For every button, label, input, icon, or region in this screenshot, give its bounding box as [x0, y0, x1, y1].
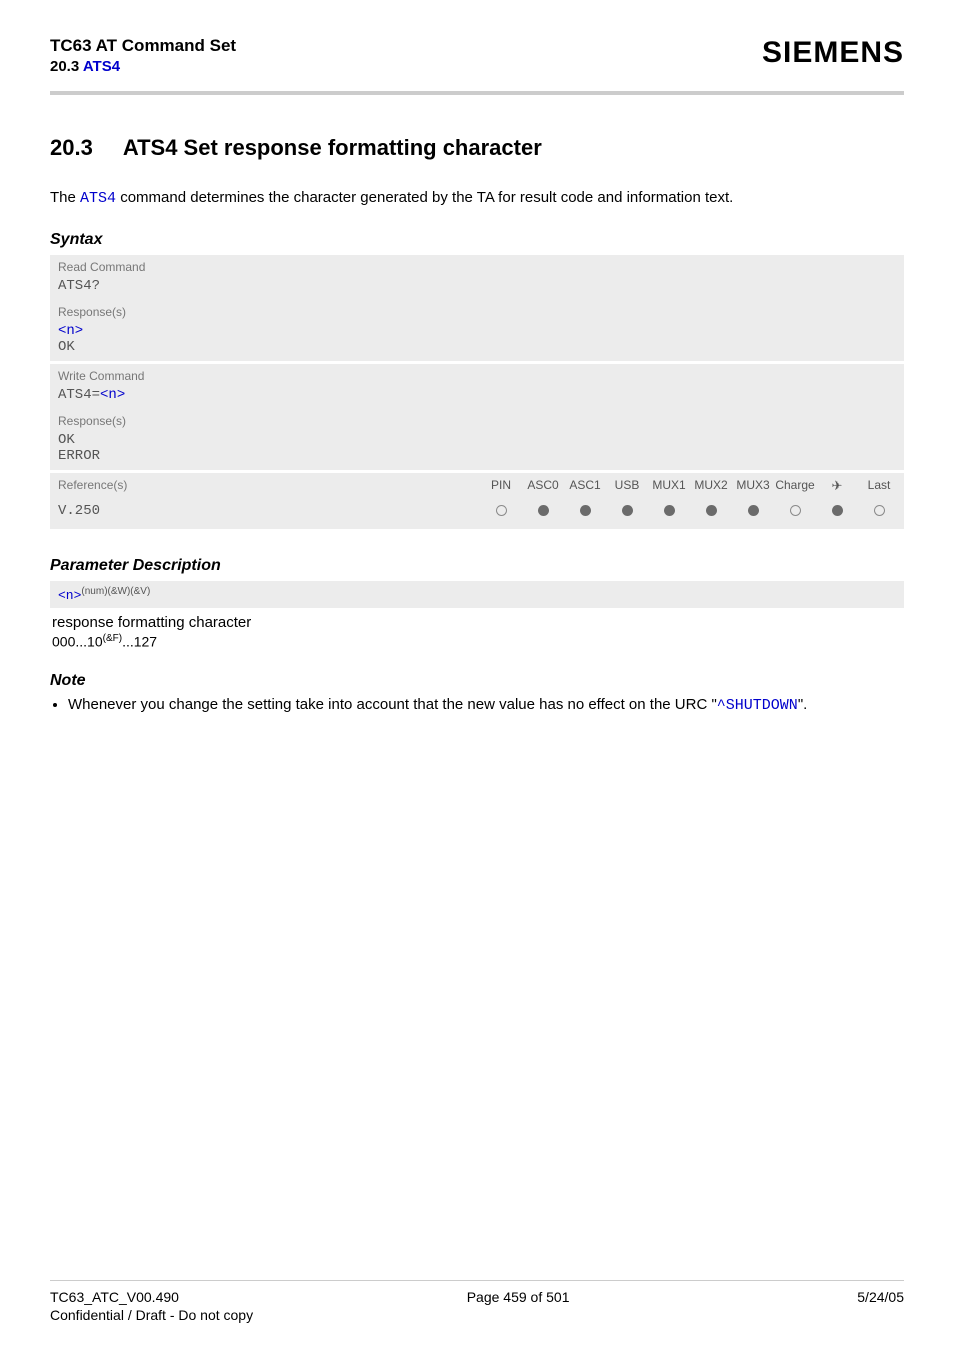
- reference-dots: [476, 497, 904, 529]
- read-command-label: Read Command: [50, 255, 904, 276]
- reference-block: Reference(s) PIN ASC0 ASC1 USB MUX1 MUX2…: [50, 473, 904, 529]
- dot-airplane: [832, 505, 843, 516]
- footer-confidential: Confidential / Draft - Do not copy: [50, 1307, 904, 1323]
- note-heading: Note: [50, 672, 904, 690]
- footer-date: 5/24/05: [857, 1289, 904, 1305]
- param-name[interactable]: <n>: [58, 588, 81, 603]
- dot-usb: [622, 505, 633, 516]
- section-number: 20.3: [50, 135, 93, 161]
- note-list: Whenever you change the setting take int…: [50, 696, 904, 714]
- parameter-box: <n>(num)(&W)(&V): [50, 581, 904, 608]
- dot-pin: [496, 505, 507, 516]
- footer-divider: [50, 1280, 904, 1281]
- intro-paragraph: The ATS4 command determines the characte…: [50, 189, 904, 207]
- col-pin: PIN: [480, 478, 522, 492]
- ats4-command-link[interactable]: ATS4: [80, 190, 116, 207]
- read-command-block: Read Command ATS4? Response(s) <n> OK: [50, 255, 904, 361]
- doc-title: TC63 AT Command Set: [50, 36, 236, 56]
- reference-columns: PIN ASC0 ASC1 USB MUX1 MUX2 MUX3 Charge …: [476, 473, 904, 497]
- param-description: response formatting character: [52, 614, 904, 631]
- write-command-label: Write Command: [50, 364, 904, 385]
- param-n-link[interactable]: <n>: [58, 323, 83, 339]
- col-asc1: ASC1: [564, 478, 606, 492]
- write-command-block: Write Command ATS4=<n> Response(s) OK ER…: [50, 364, 904, 470]
- header-left: TC63 AT Command Set 20.3 ATS4: [50, 36, 236, 75]
- dot-mux3: [748, 505, 759, 516]
- read-command-code: ATS4?: [50, 276, 904, 300]
- col-mux1: MUX1: [648, 478, 690, 492]
- syntax-heading: Syntax: [50, 231, 904, 249]
- section-heading: 20.3 ATS4 Set response formatting charact…: [50, 135, 904, 161]
- references-label: Reference(s): [50, 473, 476, 497]
- page-footer: TC63_ATC_V00.490 Page 459 of 501 5/24/05…: [50, 1280, 904, 1323]
- dot-asc0: [538, 505, 549, 516]
- param-tags: (num)(&W)(&V): [81, 586, 150, 597]
- note-item: Whenever you change the setting take int…: [68, 696, 904, 714]
- col-charge: Charge: [774, 478, 816, 492]
- brand-logo: SIEMENS: [762, 36, 904, 70]
- header-divider: [50, 91, 904, 95]
- param-range: 000...10(&F)...127: [52, 633, 904, 650]
- airplane-icon: ✈: [832, 479, 843, 492]
- footer-page: Page 459 of 501: [467, 1289, 570, 1305]
- dot-last: [874, 505, 885, 516]
- col-mux2: MUX2: [690, 478, 732, 492]
- doc-section: 20.3 ATS4: [50, 58, 236, 75]
- dot-mux2: [706, 505, 717, 516]
- reference-value: V.250: [50, 497, 476, 529]
- col-usb: USB: [606, 478, 648, 492]
- footer-version: TC63_ATC_V00.490: [50, 1289, 179, 1305]
- dot-charge: [790, 505, 801, 516]
- parameter-heading: Parameter Description: [50, 557, 904, 575]
- read-response-code: <n> OK: [50, 321, 904, 361]
- write-command-code: ATS4=<n>: [50, 385, 904, 409]
- write-response-label: Response(s): [50, 409, 904, 430]
- shutdown-urc-link[interactable]: ^SHUTDOWN: [717, 697, 798, 714]
- param-n-link[interactable]: <n>: [100, 387, 125, 403]
- section-title-text: ATS4 Set response formatting character: [123, 135, 542, 160]
- section-link[interactable]: ATS4: [83, 58, 120, 75]
- dot-asc1: [580, 505, 591, 516]
- col-mux3: MUX3: [732, 478, 774, 492]
- dot-mux1: [664, 505, 675, 516]
- write-response-code: OK ERROR: [50, 430, 904, 470]
- section-number-prefix: 20.3: [50, 58, 83, 75]
- read-response-label: Response(s): [50, 300, 904, 321]
- col-last: Last: [858, 478, 900, 492]
- col-asc0: ASC0: [522, 478, 564, 492]
- page-header: TC63 AT Command Set 20.3 ATS4 SIEMENS: [50, 36, 904, 85]
- col-airplane: ✈: [816, 478, 858, 492]
